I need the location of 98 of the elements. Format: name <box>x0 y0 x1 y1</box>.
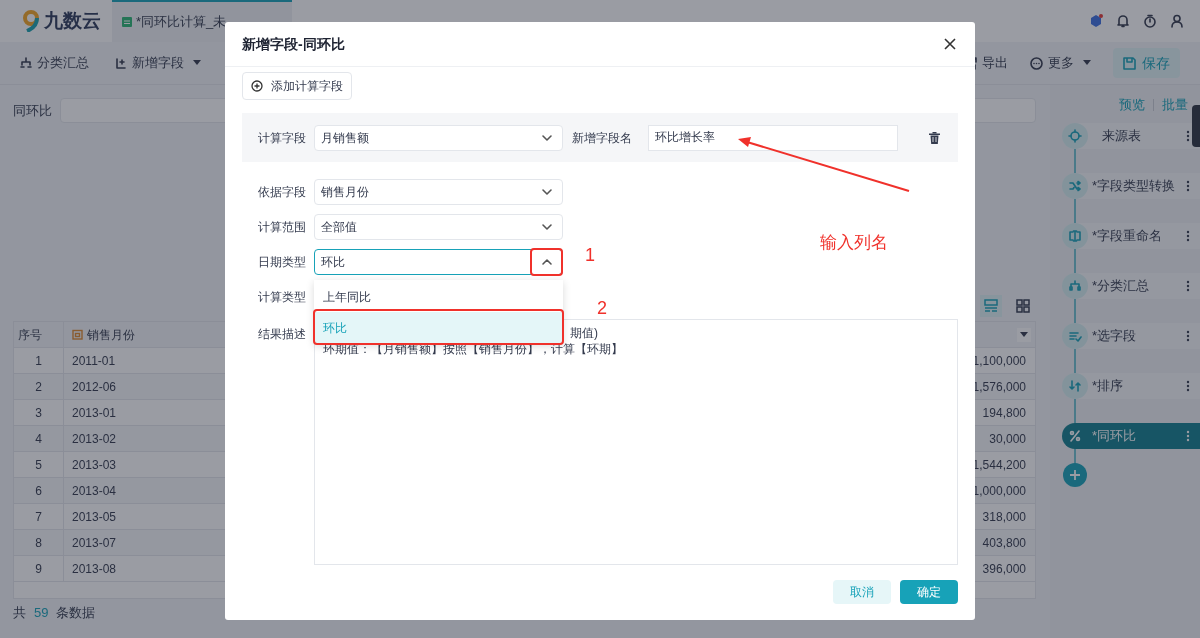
kebab-menu-icon[interactable] <box>1186 179 1190 192</box>
bell-icon[interactable] <box>1116 14 1130 28</box>
dropdown-field[interactable]: 销售月份 <box>314 179 563 205</box>
toolbar-button[interactable]: 分类汇总 <box>20 53 89 73</box>
chevron-down-icon <box>541 186 553 198</box>
table-cell-text: 2013-01 <box>71 404 118 422</box>
pipeline-step[interactable]: *选字段 <box>1062 322 1200 349</box>
shuffle-icon <box>1062 172 1088 199</box>
kebab-menu-icon[interactable] <box>1186 379 1190 392</box>
chevron-up-icon <box>541 256 553 268</box>
side-handle[interactable] <box>1192 105 1200 147</box>
table-cell-text: 403,800 <box>982 534 1027 552</box>
checklist-icon <box>1062 322 1088 349</box>
table-cell: 2 <box>14 374 64 399</box>
dropdown-field[interactable]: 全部值 <box>314 214 563 240</box>
kebab-menu-icon[interactable] <box>1186 129 1190 142</box>
table-cell-text: 2013-04 <box>71 482 118 500</box>
table-cell-text: 1,544,200 <box>972 456 1027 474</box>
kebab-menu-icon[interactable] <box>1186 229 1190 242</box>
field-label: 计算字段 <box>258 129 307 147</box>
dropdown-field[interactable]: 环比 <box>314 249 563 275</box>
table-cell-text: 194,800 <box>982 404 1027 422</box>
dropdown-option[interactable]: 环比 <box>314 312 563 343</box>
highlight-frame <box>530 248 563 276</box>
field-label: 计算范围 <box>258 219 307 236</box>
annotation-number: 2 <box>597 299 607 317</box>
field-label: 日期类型 <box>258 254 307 271</box>
table-cell: 5 <box>14 452 64 477</box>
record-count: 共 59 条数据 <box>13 604 97 622</box>
toolbar-button[interactable]: 更多 <box>1030 53 1091 73</box>
table-cell-text: 2013-03 <box>71 456 118 474</box>
kebab-menu-icon[interactable] <box>1186 329 1190 342</box>
trash-icon[interactable] <box>929 131 940 144</box>
crosshair-icon <box>1062 122 1088 149</box>
pipeline-step[interactable]: *字段重命名 <box>1062 222 1200 249</box>
hierarchy-icon <box>20 57 32 69</box>
shield-icon[interactable] <box>1089 14 1103 28</box>
table-cell-text: 30,000 <box>989 430 1027 448</box>
caret-icon <box>1083 60 1091 66</box>
add-field-button[interactable]: 添加计算字段 <box>242 72 352 100</box>
annotation-note: 输入列名 <box>820 232 888 254</box>
logo-text: 九数云 <box>44 8 101 33</box>
pipeline-step[interactable]: *分类汇总 <box>1062 272 1200 299</box>
table-cell-text: 1,100,000 <box>972 352 1027 370</box>
table-cell-text: 2013-08 <box>71 560 118 578</box>
table-cell-text: 318,000 <box>982 508 1027 526</box>
filter-dropdown-icon[interactable] <box>1017 327 1031 342</box>
description-text: 期值) <box>569 326 598 340</box>
table-cell-text: 2013-05 <box>71 508 118 526</box>
close-icon[interactable] <box>944 38 956 50</box>
column-header: 序号 <box>14 322 64 347</box>
field-label: 新增字段名 <box>572 129 633 147</box>
text-cursor-icon <box>1062 222 1088 249</box>
table-cell-text: 1,576,000 <box>972 378 1027 396</box>
annotation-number: 1 <box>585 246 595 264</box>
table-cell: 9 <box>14 556 64 581</box>
table-cell: 8 <box>14 530 64 555</box>
table-cell-text: 2011-01 <box>71 352 117 370</box>
pipeline-step[interactable]: 来源表 <box>1062 122 1200 149</box>
pipeline-step[interactable]: *字段类型转换 <box>1062 172 1200 199</box>
toolbar-button[interactable]: 新增字段 <box>115 53 201 73</box>
field-label: 依据字段 <box>258 184 307 201</box>
more-icon <box>1030 56 1043 70</box>
sort-arrows-icon <box>1062 372 1088 399</box>
table-cell: 6 <box>14 478 64 503</box>
logo-icon <box>22 10 40 32</box>
table-cell-text: 1,000,000 <box>972 482 1027 500</box>
save-icon <box>1123 56 1136 70</box>
table-cell: 4 <box>14 426 64 451</box>
timer-icon[interactable] <box>1143 14 1157 28</box>
table-cell: 1 <box>14 348 64 373</box>
filter-label: 同环比 <box>13 101 52 120</box>
kebab-menu-icon[interactable] <box>1186 429 1190 442</box>
date-type-icon <box>72 329 83 340</box>
table-cell-text: 2012-06 <box>71 378 118 396</box>
plus-circle-icon <box>251 80 263 92</box>
sheet-icon <box>122 17 132 27</box>
user-icon[interactable] <box>1170 14 1184 28</box>
hierarchy-icon <box>1062 272 1088 299</box>
table-cell-text: 396,000 <box>982 560 1027 578</box>
table-cell: 7 <box>14 504 64 529</box>
field-label: 计算类型 <box>258 289 307 306</box>
plus-icon <box>1069 468 1081 481</box>
confirm-button[interactable]: 确定 <box>900 580 958 604</box>
dropdown-option[interactable]: 上年同比 <box>314 281 563 312</box>
table-cell-text: 2013-02 <box>71 430 118 448</box>
table-cell: 3 <box>14 400 64 425</box>
chevron-down-icon <box>541 221 553 233</box>
dropdown-field[interactable]: 月销售额 <box>314 124 563 151</box>
caret-icon <box>193 60 201 66</box>
cancel-button[interactable]: 取消 <box>833 580 891 604</box>
field-label: 结果描述 <box>258 326 307 343</box>
pipeline-step[interactable]: *排序 <box>1062 372 1200 399</box>
add-column-icon <box>115 57 127 69</box>
kebab-menu-icon[interactable] <box>1186 279 1190 292</box>
pipeline-step[interactable]: *同环比 <box>1062 422 1200 449</box>
name-input[interactable]: 环比增长率 <box>648 124 898 151</box>
table-cell-text: 2013-07 <box>71 534 118 552</box>
